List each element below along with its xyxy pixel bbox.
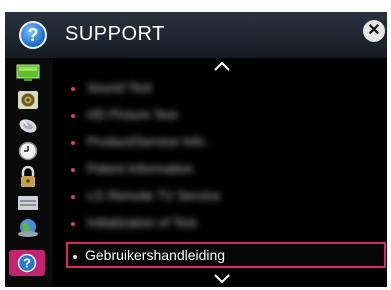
- menu-item-hd-picture-test[interactable]: HD Picture Test: [65, 105, 383, 129]
- picture-icon: [16, 64, 40, 81]
- menu-item-initialization[interactable]: Initialization of Test: [65, 213, 383, 237]
- menu-item-label: Sound Test: [87, 80, 152, 95]
- bullet-icon: [71, 168, 75, 172]
- bullet-icon: [71, 87, 75, 91]
- svg-text:?: ?: [23, 256, 31, 271]
- support-menu: ? SUPPORT ✕ ? Sound Test HD Picture Test…: [5, 12, 387, 287]
- menu-item-sound-test[interactable]: Sound Test: [65, 78, 383, 102]
- bullet-icon: [71, 222, 75, 226]
- menu-item-user-guide[interactable]: Gebruikershandleiding: [66, 242, 386, 268]
- scroll-down-button[interactable]: [212, 271, 232, 285]
- menu-content: Sound Test HD Picture Test Product/Servi…: [57, 58, 387, 287]
- category-sidebar: ?: [5, 58, 53, 287]
- sidebar-item-lock[interactable]: [15, 166, 41, 188]
- menu-item-label: HD Picture Test: [87, 107, 178, 122]
- options-icon: [18, 196, 38, 210]
- bullet-icon: [71, 141, 75, 145]
- scroll-up-button[interactable]: [212, 59, 232, 73]
- sidebar-item-channels[interactable]: [15, 115, 41, 137]
- chevron-up-icon: [214, 61, 230, 71]
- menu-header: ? SUPPORT ✕: [5, 12, 387, 58]
- menu-item-label: Product/Service Info.: [87, 134, 208, 149]
- sidebar-item-picture[interactable]: [15, 62, 41, 84]
- menu-item-product-info[interactable]: Product/Service Info.: [65, 132, 383, 156]
- menu-item-remote-service[interactable]: LG Remote TV Service: [65, 186, 383, 210]
- close-button[interactable]: ✕: [363, 20, 385, 42]
- sidebar-item-options[interactable]: [15, 192, 41, 214]
- sidebar-item-network[interactable]: [15, 217, 41, 239]
- sidebar-item-support[interactable]: ?: [9, 250, 45, 276]
- satellite-dish-icon: [19, 119, 37, 133]
- speaker-icon: [18, 91, 38, 109]
- lock-icon: [21, 166, 35, 187]
- menu-item-label: Patent Information: [87, 161, 194, 176]
- clock-icon: [18, 141, 38, 161]
- menu-item-label: LG Remote TV Service: [87, 188, 221, 203]
- page-title: SUPPORT: [65, 23, 165, 45]
- network-globe-icon: [18, 219, 38, 237]
- menu-item-patent-info[interactable]: Patent Information: [65, 159, 383, 183]
- menu-item-label: Initialization of Test: [87, 215, 197, 230]
- help-icon: ?: [19, 21, 47, 49]
- support-help-icon: ?: [17, 253, 37, 273]
- bullet-icon: [71, 114, 75, 118]
- bullet-icon: [71, 195, 75, 199]
- menu-item-label: Gebruikershandleiding: [85, 247, 226, 263]
- sidebar-item-time[interactable]: [15, 140, 41, 162]
- sidebar-item-audio[interactable]: [15, 89, 41, 111]
- chevron-down-icon: [214, 274, 230, 284]
- bullet-icon: [73, 255, 77, 259]
